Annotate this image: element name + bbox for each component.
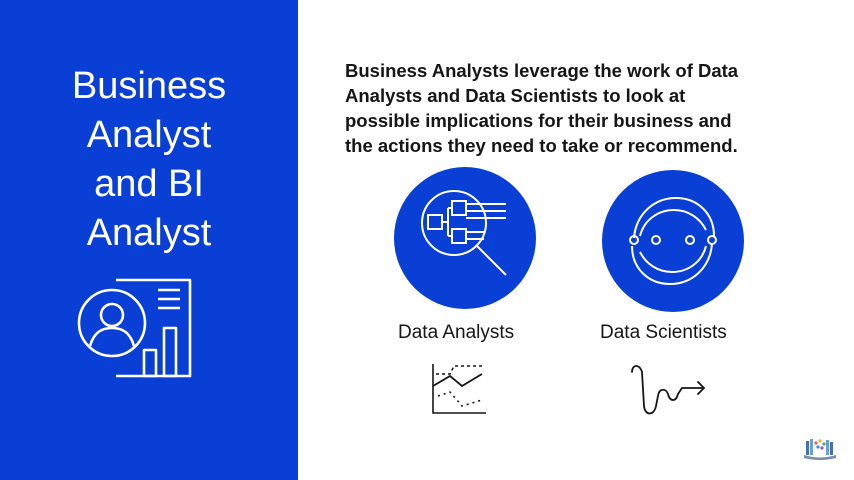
left-panel: Business Analyst and BI Analyst: [0, 0, 298, 480]
description-line: Analysts and Data Scientists to look at: [345, 85, 686, 106]
data-analysts-circle: [394, 167, 536, 309]
title-line: and BI: [94, 163, 204, 205]
description-line: the actions they need to take or recomme…: [345, 135, 738, 156]
description-line: Business Analysts leverage the work of D…: [345, 60, 739, 81]
title-line: Business: [71, 65, 227, 107]
data-analysts-label: Data Analysts: [398, 322, 515, 343]
data-scientists-circle: [602, 170, 744, 312]
data-scientists-label: Data Scientists: [600, 322, 727, 343]
line-chart-icon: [432, 364, 486, 414]
description: Business Analysts leverage the work of D…: [345, 58, 815, 158]
library-logo-icon: [804, 439, 836, 460]
profile-report-icon: [77, 278, 192, 378]
title-line: Analyst: [86, 114, 212, 156]
slide-title: Business Analyst and BI Analyst: [0, 62, 298, 258]
magnifier-flowchart-icon: [421, 190, 507, 276]
cycle-arrows-icon: [629, 196, 717, 286]
description-line: possible implications for their business…: [345, 110, 732, 131]
title-line: Analyst: [86, 212, 212, 254]
squiggle-arrow-icon: [631, 365, 706, 415]
